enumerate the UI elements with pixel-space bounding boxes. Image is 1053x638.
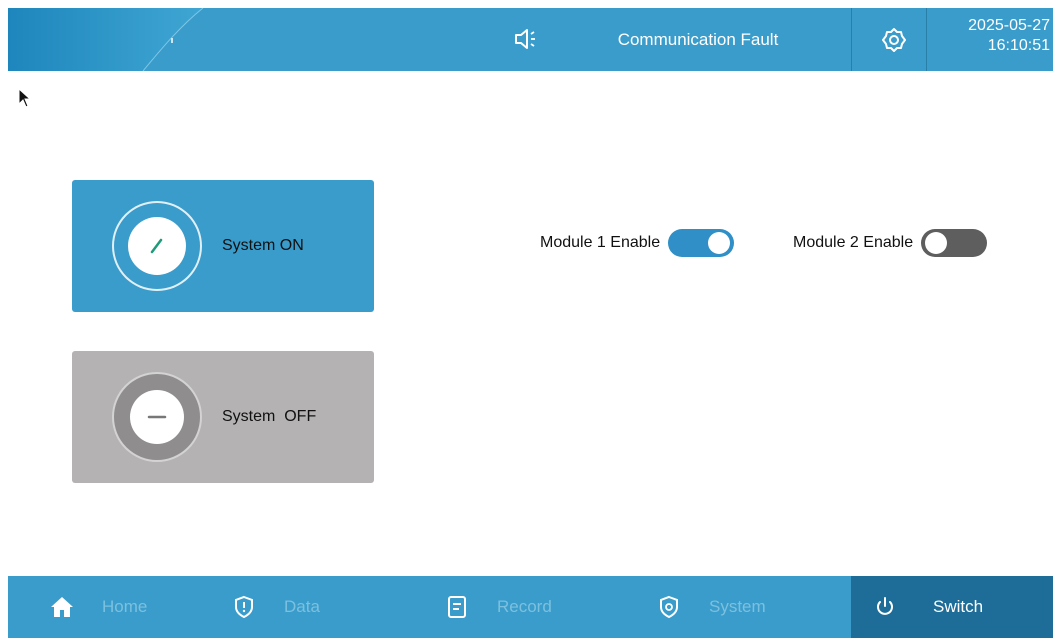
divider	[926, 8, 927, 71]
mouse-cursor-icon	[18, 88, 32, 108]
gear-icon[interactable]	[861, 8, 927, 71]
nav-data-label: Data	[284, 597, 320, 616]
system-off-label: System OFF	[222, 408, 317, 425]
divider	[851, 8, 852, 71]
speaker-icon[interactable]	[506, 24, 546, 54]
power-on-icon	[112, 201, 202, 291]
nav-home-label: Home	[102, 597, 148, 616]
brand-swoosh	[8, 8, 204, 71]
status-message: Communication Fault	[617, 29, 779, 49]
home-icon	[50, 595, 74, 619]
module-2-toggle[interactable]	[921, 229, 988, 257]
nav-item-switch[interactable]: Switch	[851, 576, 1053, 638]
module-2-row: Module 2 Enable	[793, 229, 988, 257]
power-off-icon	[112, 372, 202, 462]
nav-switch-label: Switch	[933, 597, 984, 616]
system-on-label: System ON	[222, 237, 304, 254]
toggle-knob	[708, 232, 731, 254]
system-off-button[interactable]: System OFF	[72, 351, 374, 483]
nav-system-label: System	[709, 597, 766, 616]
nav-item-data[interactable]: Data	[232, 576, 320, 638]
document-icon	[445, 595, 469, 619]
nav-record-label: Record	[497, 597, 552, 616]
nav-item-home[interactable]: Home	[50, 576, 147, 638]
module-2-label: Module 2 Enable	[793, 234, 914, 251]
date-text: 2025-05-27	[968, 17, 1050, 34]
nav-item-record[interactable]: Record	[445, 576, 552, 638]
shield-alert-icon	[232, 595, 256, 619]
toggle-knob	[925, 232, 948, 254]
module-1-row: Module 1 Enable	[540, 229, 735, 257]
bottom-nav: Home Data Record System Switch	[8, 576, 1053, 638]
time-text: 16:10:51	[987, 37, 1050, 54]
module-1-label: Module 1 Enable	[540, 234, 661, 251]
top-bar: Communication Fault 2025-05-27 16:10:51	[8, 8, 1053, 71]
system-on-button[interactable]: System ON	[72, 180, 374, 312]
datetime-display: 2025-05-27 16:10:51	[928, 16, 1050, 66]
nav-item-system[interactable]: System	[657, 576, 766, 638]
module-1-toggle[interactable]	[668, 229, 735, 257]
shield-gear-icon	[657, 595, 681, 619]
app-window: Communication Fault 2025-05-27 16:10:51	[0, 0, 1053, 638]
power-icon	[873, 595, 897, 619]
